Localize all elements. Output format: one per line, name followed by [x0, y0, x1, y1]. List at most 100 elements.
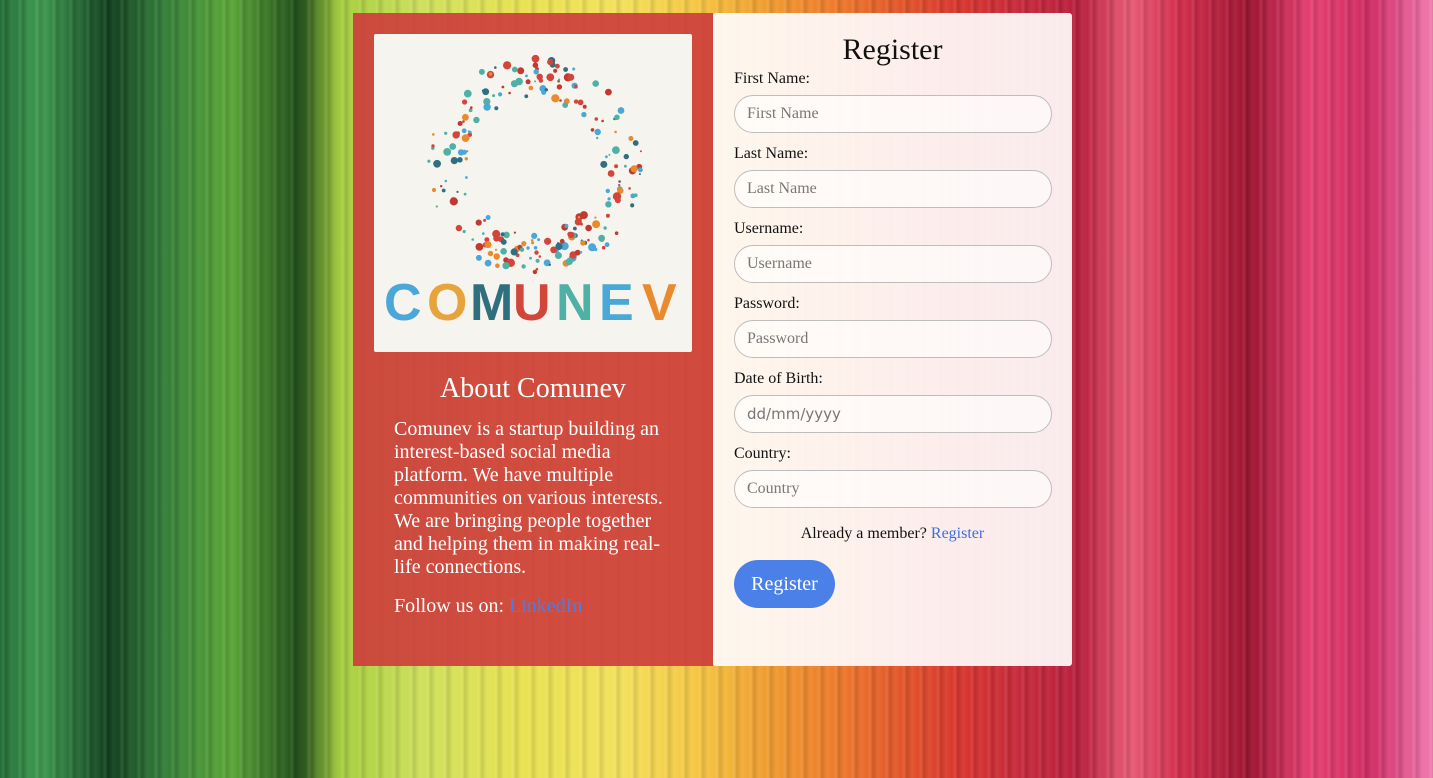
logo-letter: E [599, 274, 634, 332]
register-panel: Register First Name: Last Name: Username… [713, 13, 1072, 666]
logo-dot [455, 224, 463, 232]
logo-dot [605, 213, 610, 218]
logo-dot [623, 153, 629, 160]
logo-dot [470, 106, 473, 109]
logo-dot [478, 68, 485, 75]
logo-dot [580, 240, 586, 246]
logo-dot [587, 238, 590, 242]
logo-dot [577, 215, 581, 219]
logo-dot [596, 136, 599, 140]
logo-dot [603, 226, 607, 230]
logo-dot [594, 216, 597, 219]
logo-dot [427, 159, 431, 163]
logo-dot [594, 128, 601, 136]
main-card: COMUNEV About Comunev Comunev is a start… [353, 13, 1073, 666]
logo-dot [473, 116, 480, 124]
logo-dot [462, 120, 465, 123]
logo-dot [475, 254, 482, 261]
logo-dot [534, 80, 537, 83]
logo-dot [500, 239, 507, 245]
password-input[interactable] [734, 320, 1052, 358]
logo-dot [450, 157, 458, 165]
logo-dot [462, 229, 466, 234]
logo-dot [558, 78, 561, 81]
logo-dot [433, 159, 441, 168]
logo-dot [607, 197, 611, 201]
logo-dot [612, 192, 622, 201]
logo-dot [544, 237, 552, 245]
logo-dot [466, 150, 469, 153]
logo-dot [488, 72, 493, 76]
logo-dot [513, 231, 516, 234]
logo-dot [449, 197, 458, 206]
dob-input[interactable] [734, 395, 1052, 433]
register-button[interactable]: Register [734, 560, 835, 608]
logo-dot [544, 88, 548, 92]
logo-dot [435, 205, 438, 208]
logo-dot [431, 144, 435, 148]
logo-letter: O [427, 274, 467, 332]
first-name-input[interactable] [734, 95, 1052, 133]
follow-line: Follow us on: LinkedIn [374, 595, 692, 618]
logo-dot [461, 134, 470, 142]
logo-dot [441, 188, 446, 193]
logo-dot [452, 131, 460, 139]
logo-dot [533, 69, 539, 75]
logo-dot [579, 251, 583, 254]
logo-dot [559, 99, 562, 102]
logo-dot [568, 231, 575, 239]
logo-dot [581, 111, 587, 118]
logo-dot [521, 264, 526, 269]
logo-dot [510, 248, 518, 256]
username-input[interactable] [734, 245, 1052, 283]
logo-dot [573, 99, 579, 104]
last-name-input[interactable] [734, 170, 1052, 208]
logo-dot [563, 67, 568, 72]
logo-dot [598, 234, 605, 242]
logo-letter: N [556, 274, 594, 332]
logo-dot [463, 192, 467, 196]
logo-dot [630, 203, 635, 208]
logo-dot [462, 113, 469, 121]
logo-letter: V [642, 274, 677, 332]
logo-dot [485, 215, 491, 220]
logo-dot [500, 248, 507, 255]
logo-dot [638, 167, 643, 173]
country-input[interactable] [734, 470, 1052, 508]
logo-dot [608, 153, 611, 156]
logo-dot [457, 149, 465, 156]
member-register-link[interactable]: Register [931, 525, 984, 542]
password-label: Password: [734, 295, 800, 312]
logo-dot [580, 222, 583, 226]
logo-dot [535, 258, 540, 263]
logo-dot [617, 107, 625, 114]
logo-dot [519, 247, 525, 252]
logo-dot [546, 73, 555, 82]
logo-dot [431, 187, 437, 193]
first-name-label: First Name: [734, 70, 810, 87]
logo-dot [548, 263, 551, 266]
logo-dot [465, 176, 468, 179]
logo-dot [531, 54, 540, 63]
logo-dot [556, 84, 563, 90]
logo-dot [553, 68, 558, 73]
linkedin-link[interactable]: LinkedIn [509, 595, 582, 617]
logo-dot [592, 220, 601, 229]
logo-dot [462, 99, 468, 105]
logo-dot [475, 243, 484, 251]
logo-dot [526, 246, 530, 250]
logo-dot [565, 257, 573, 266]
logo-dot [605, 188, 610, 194]
logo-dot [567, 73, 575, 81]
username-label: Username: [734, 220, 804, 237]
logo-dot [530, 239, 534, 242]
logo-dot [564, 223, 569, 228]
logo-dot [594, 117, 599, 121]
logo-dot [525, 79, 531, 85]
logo-dot [464, 157, 468, 161]
logo-dot [632, 140, 639, 146]
field-password: Password: [734, 294, 1052, 358]
logo-dot [538, 255, 542, 258]
logo-dot [551, 94, 560, 103]
logo-dot [555, 63, 560, 69]
